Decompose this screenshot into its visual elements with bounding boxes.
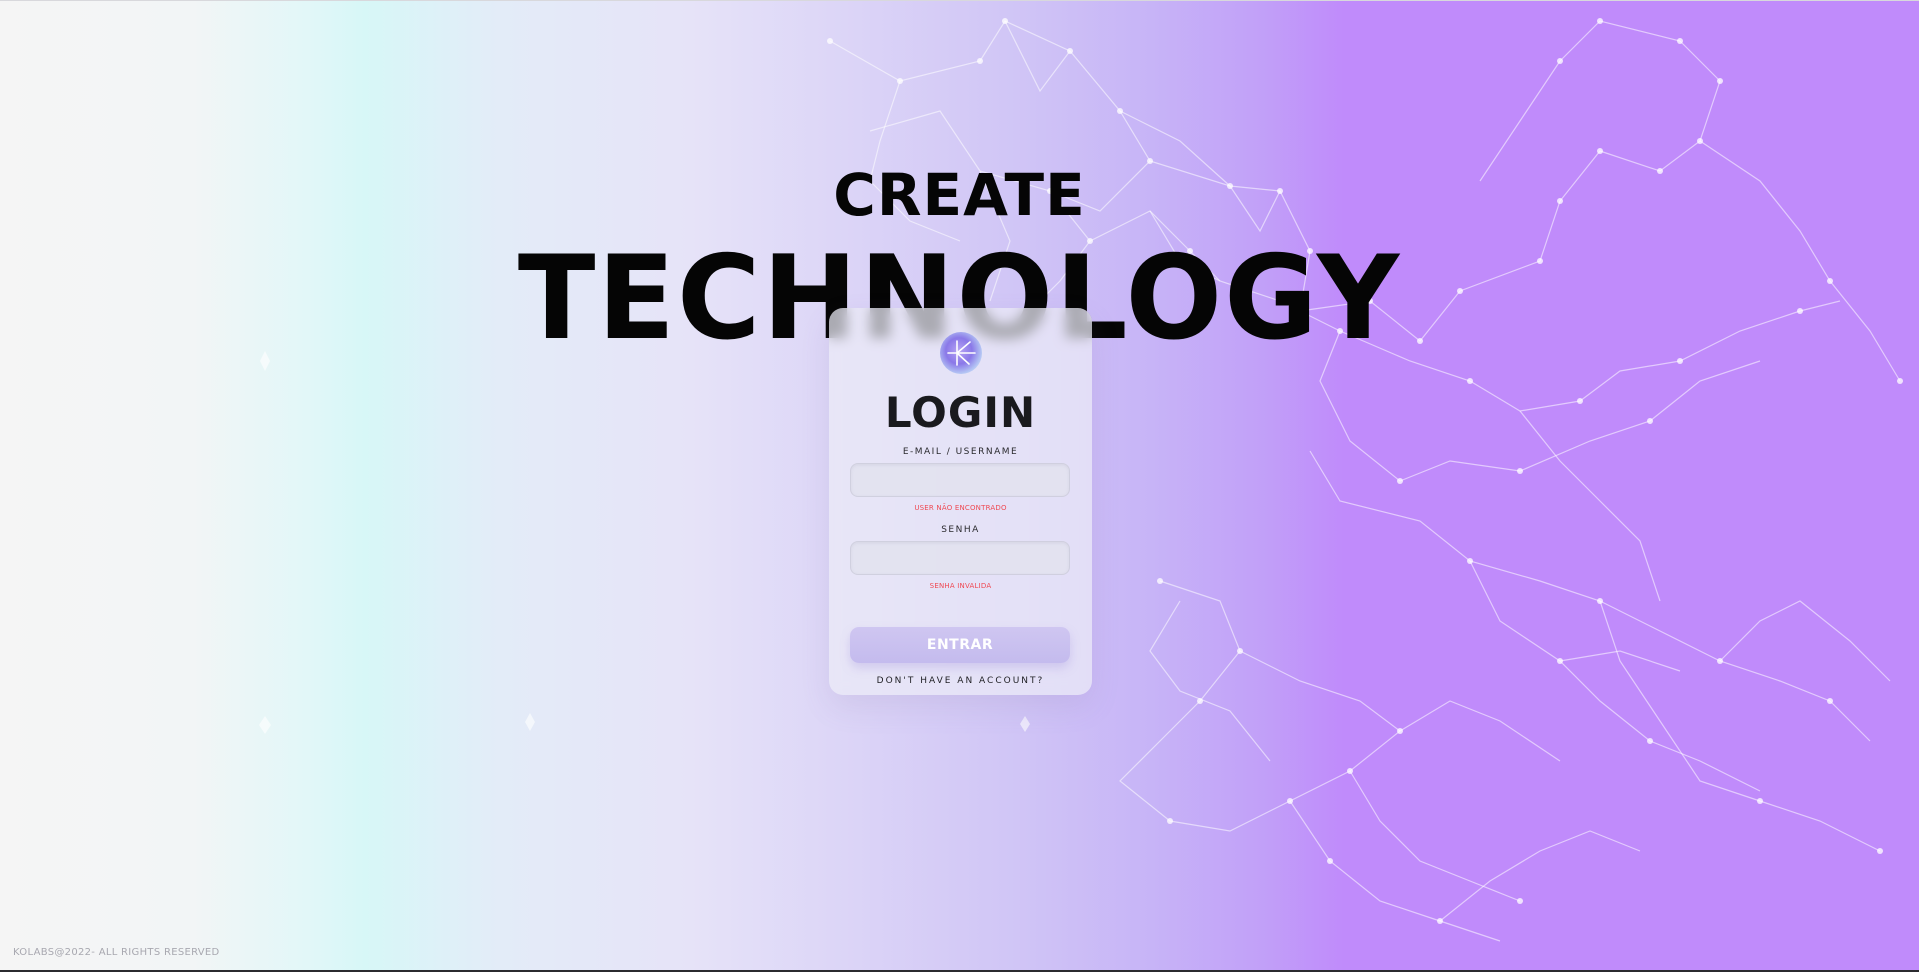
hero-title-create: CREATE: [833, 161, 1086, 229]
login-submit-button[interactable]: ENTRAR: [850, 627, 1070, 663]
k-logo-icon: [940, 332, 982, 374]
email-label: E-MAIL / USERNAME: [902, 447, 1019, 457]
login-page: CREATE TECHNOLOGY LOGIN E-MAIL / USERNAM…: [0, 0, 1919, 972]
login-title: LOGIN: [884, 388, 1037, 437]
email-error-message: USER NÃO ENCONTRADO: [914, 504, 1007, 512]
password-input[interactable]: [850, 541, 1070, 575]
password-label: SENHA: [941, 525, 980, 535]
login-card: LOGIN E-MAIL / USERNAME USER NÃO ENCONTR…: [829, 308, 1092, 695]
email-input[interactable]: [850, 463, 1070, 497]
signup-link[interactable]: DON'T HAVE AN ACCOUNT?: [829, 676, 1092, 686]
password-error-message: SENHA INVALIDA: [929, 582, 992, 590]
footer-copyright: KOLABS@2022- ALL RIGHTS RESERVED: [13, 947, 220, 958]
